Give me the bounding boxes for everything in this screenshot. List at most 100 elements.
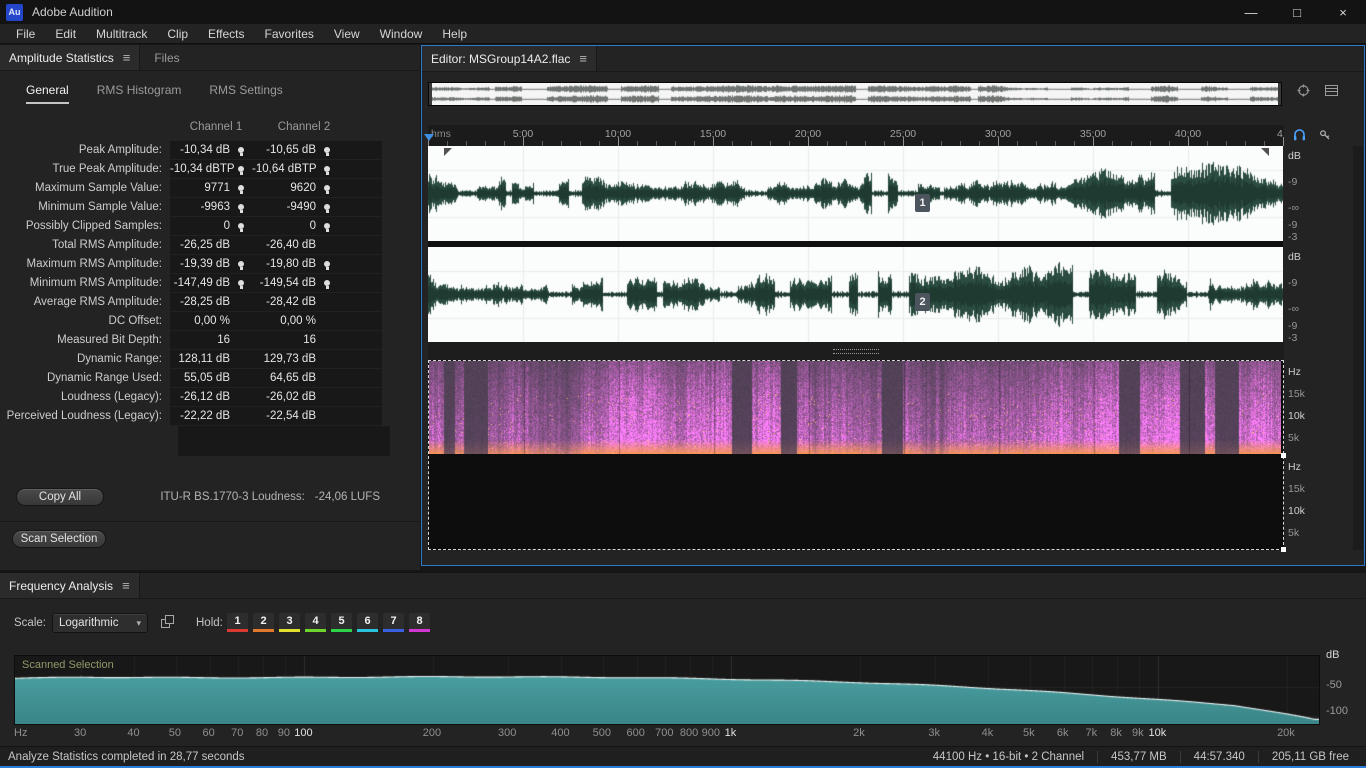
stats-row: True Peak Amplitude: -10,34 dBTP -10,64 dB… bbox=[0, 160, 420, 179]
overview-waveform-canvas[interactable] bbox=[429, 83, 1281, 105]
hold-button-3[interactable]: 3 bbox=[279, 613, 300, 632]
panel-menu-icon[interactable]: ≡ bbox=[122, 578, 130, 593]
hz-scale-1: Hz 15k 10k 5k bbox=[1284, 362, 1362, 455]
lightbulb-icon[interactable] bbox=[324, 261, 330, 270]
copy-all-button[interactable]: Copy All bbox=[16, 488, 104, 506]
menu-window[interactable]: Window bbox=[370, 27, 433, 41]
maximize-button[interactable]: □ bbox=[1274, 0, 1320, 24]
frequency-graph[interactable]: Scanned Selection bbox=[14, 655, 1320, 725]
lightbulb-icon[interactable] bbox=[324, 166, 330, 175]
waveform-channel-1-canvas[interactable] bbox=[428, 146, 1283, 241]
lightbulb-icon[interactable] bbox=[238, 185, 244, 194]
freq-tick-label: 500 bbox=[592, 727, 612, 739]
graph-db-label: -100 bbox=[1326, 705, 1349, 717]
subtab-rms-histogram[interactable]: RMS Histogram bbox=[97, 83, 182, 104]
app-title: Adobe Audition bbox=[32, 5, 113, 19]
freq-tick-label: 8k bbox=[1110, 727, 1122, 739]
navigator-left-handle[interactable] bbox=[429, 83, 432, 105]
lightbulb-icon[interactable] bbox=[238, 204, 244, 213]
lightbulb-icon[interactable] bbox=[324, 185, 330, 194]
channel-1-badge[interactable]: 1 bbox=[915, 194, 930, 212]
scale-select[interactable]: Logarithmic ▾ bbox=[52, 613, 148, 633]
lightbulb-icon[interactable] bbox=[324, 223, 330, 232]
scan-selection-button[interactable]: Scan Selection bbox=[12, 530, 106, 548]
stats-row: Perceived Loudness (Legacy): -22,22 dB -22… bbox=[0, 407, 420, 426]
stat-values: 128,11 dB 129,73 dB bbox=[170, 350, 382, 369]
tab-editor[interactable]: Editor: MSGroup14A2.flac ≡ bbox=[422, 46, 597, 71]
lightbulb-icon[interactable] bbox=[238, 147, 244, 156]
hold-button-1[interactable]: 1 bbox=[227, 613, 248, 632]
tab-files[interactable]: Files bbox=[140, 45, 193, 70]
menu-help[interactable]: Help bbox=[432, 27, 477, 41]
menu-effects[interactable]: Effects bbox=[198, 27, 254, 41]
channel-2-badge[interactable]: 2 bbox=[915, 293, 930, 311]
stat-values: 9771 9620 bbox=[170, 179, 382, 198]
playhead-marker-icon[interactable] bbox=[424, 134, 434, 141]
menu-file[interactable]: File bbox=[6, 27, 45, 41]
waveform-channel-2-canvas[interactable] bbox=[428, 247, 1283, 342]
navigator-right-handle[interactable] bbox=[1278, 83, 1281, 105]
selection-handle-left-icon[interactable] bbox=[444, 148, 452, 156]
minimize-button[interactable]: — bbox=[1228, 0, 1274, 24]
stat-value-ch1: -147,49 dB bbox=[173, 277, 230, 289]
stat-values: 00 bbox=[170, 217, 382, 236]
view-splitter[interactable] bbox=[428, 342, 1284, 360]
menu-favorites[interactable]: Favorites bbox=[255, 27, 324, 41]
spectrogram-channel-2-canvas[interactable] bbox=[429, 361, 1281, 454]
hold-button-2[interactable]: 2 bbox=[253, 613, 274, 632]
zoom-navigator[interactable] bbox=[428, 82, 1282, 106]
lightbulb-icon[interactable] bbox=[238, 166, 244, 175]
frequency-graph-canvas[interactable] bbox=[15, 656, 1319, 724]
waveform-channel-2[interactable] bbox=[428, 247, 1283, 342]
db-scale-label: -3 bbox=[1288, 231, 1298, 243]
hold-button-7[interactable]: 7 bbox=[383, 613, 404, 632]
crosshair-icon[interactable] bbox=[1297, 84, 1310, 97]
vertical-scrollbar[interactable] bbox=[1353, 146, 1363, 550]
hold-button-6[interactable]: 6 bbox=[357, 613, 378, 632]
scale-select-value: Logarithmic bbox=[59, 617, 119, 629]
subtab-rms-settings[interactable]: RMS Settings bbox=[209, 83, 282, 104]
editor-panel: Editor: MSGroup14A2.flac ≡ hms 5:00 10:00… bbox=[421, 45, 1365, 566]
selection-handle-right-icon[interactable] bbox=[1261, 148, 1269, 156]
tab-frequency-analysis[interactable]: Frequency Analysis ≡ bbox=[0, 573, 140, 598]
stat-label: Average RMS Amplitude: bbox=[33, 296, 162, 308]
key-icon[interactable] bbox=[1319, 129, 1331, 141]
freq-tick-label: 800 bbox=[679, 727, 699, 739]
display-settings-icon[interactable] bbox=[1325, 84, 1338, 97]
ruler-tick-label: 10:00 bbox=[604, 128, 632, 140]
tab-amplitude-statistics[interactable]: Amplitude Statistics ≡ bbox=[0, 45, 141, 70]
waveform-channel-1[interactable] bbox=[428, 146, 1283, 241]
timeline-ruler[interactable]: hms 5:00 10:00 15:00 20:00 25:00 30:00 35:00 40… bbox=[428, 125, 1284, 146]
panel-menu-icon[interactable]: ≡ bbox=[579, 51, 587, 66]
stat-values: 0,00 % 0,00 % bbox=[170, 312, 382, 331]
subtab-general[interactable]: General bbox=[26, 83, 69, 104]
spectral-display-selection[interactable] bbox=[428, 360, 1286, 552]
panel-menu-icon[interactable]: ≡ bbox=[123, 50, 131, 65]
db-scale-label: -9 bbox=[1288, 320, 1298, 332]
menu-edit[interactable]: Edit bbox=[45, 27, 86, 41]
lightbulb-icon[interactable] bbox=[238, 261, 244, 270]
menu-view[interactable]: View bbox=[324, 27, 370, 41]
menu-clip[interactable]: Clip bbox=[157, 27, 198, 41]
db-scale-label: -9 bbox=[1288, 176, 1298, 188]
lightbulb-icon[interactable] bbox=[324, 147, 330, 156]
hold-button-4[interactable]: 4 bbox=[305, 613, 326, 632]
hz-scale-label: 5k bbox=[1288, 432, 1300, 444]
freq-tick-label: 90 bbox=[277, 727, 290, 739]
scanned-selection-label: Scanned Selection bbox=[22, 659, 114, 671]
hold-label: Hold: bbox=[196, 617, 223, 629]
stat-label: Maximum Sample Value: bbox=[35, 182, 162, 194]
splitter-handle-icon[interactable] bbox=[833, 349, 879, 354]
menu-multitrack[interactable]: Multitrack bbox=[86, 27, 157, 41]
lightbulb-icon[interactable] bbox=[324, 204, 330, 213]
stat-value-ch1: -19,39 dB bbox=[180, 258, 230, 270]
close-button[interactable]: × bbox=[1320, 0, 1366, 24]
monitor-headphones-icon[interactable] bbox=[1293, 128, 1306, 141]
hold-button-8[interactable]: 8 bbox=[409, 613, 430, 632]
freq-tick-label: Hz bbox=[14, 727, 28, 739]
lightbulb-icon[interactable] bbox=[238, 280, 244, 289]
hold-button-5[interactable]: 5 bbox=[331, 613, 352, 632]
copy-graph-icon[interactable] bbox=[161, 615, 175, 629]
lightbulb-icon[interactable] bbox=[324, 280, 330, 289]
lightbulb-icon[interactable] bbox=[238, 223, 244, 232]
